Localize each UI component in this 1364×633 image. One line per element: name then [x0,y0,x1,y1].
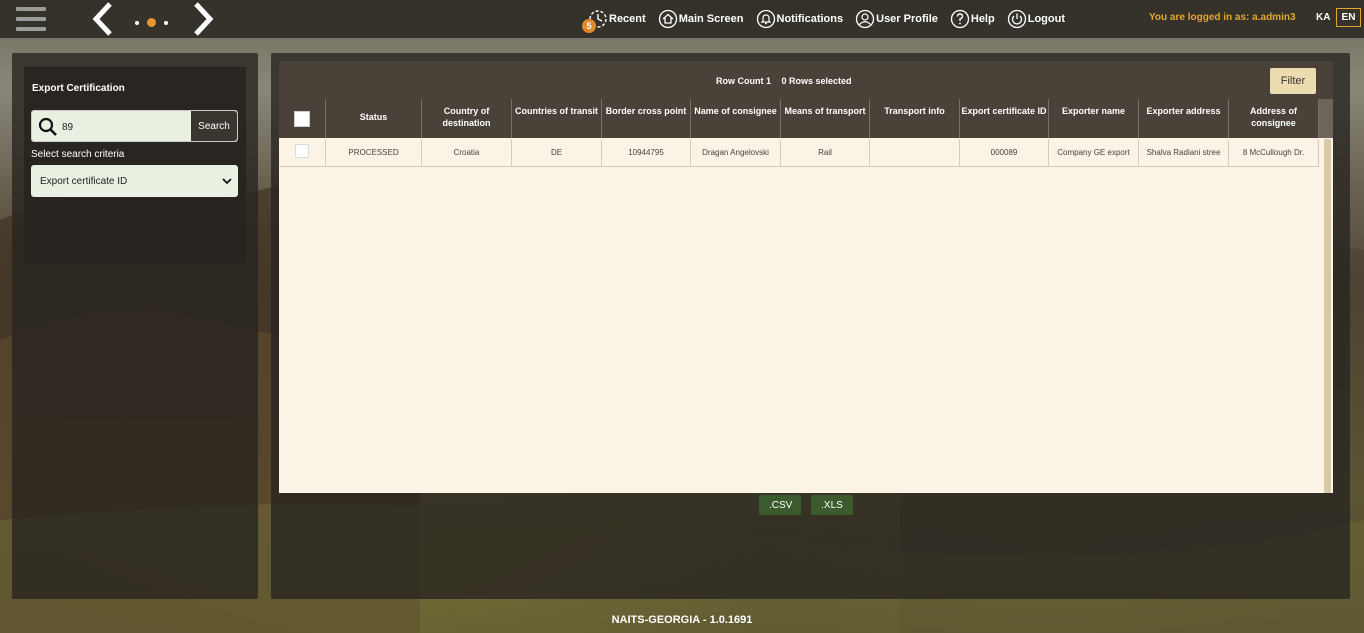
app-version-footer: NAITS-GEORGIA - 1.0.1691 [611,614,753,626]
table-cell: 8 McCullough Dr. [1229,139,1319,166]
scrollbar-header [1319,99,1333,138]
grid-toolbar: Row Count 1 0 Rows selected Filter [279,61,1333,99]
column-header[interactable]: Means of transport [781,99,870,138]
search-criteria-select[interactable]: Export certificate ID [31,165,238,197]
table-cell: Company GE export [1049,139,1139,166]
search-icon [38,117,57,136]
home-icon [658,9,677,29]
power-icon [1007,9,1026,29]
select-all-checkbox[interactable] [294,110,310,127]
bell-icon [756,9,775,29]
hamburger-menu-icon[interactable] [16,7,46,33]
menu-main-screen[interactable]: Main Screen [658,9,744,29]
column-header[interactable]: Transport info [870,99,960,138]
history-dots-icon [135,18,168,27]
filter-button[interactable]: Filter [1270,68,1316,94]
export-buttons: .CSV .XLS [759,495,853,515]
top-menu: 5 Recent Main Screen Notifications User … [582,0,1077,38]
chevron-down-icon [222,178,232,185]
export-csv-button[interactable]: .CSV [759,495,801,515]
menu-help[interactable]: Help [950,9,995,29]
menu-notifications[interactable]: Notifications [756,9,844,29]
table-cell: PROCESSED [326,139,422,166]
row-checkbox[interactable] [295,144,309,158]
row-count: Row Count 1 [716,76,771,86]
column-header[interactable]: Exporter address [1139,99,1229,138]
column-header[interactable]: Countries of transit [512,99,602,138]
language-en[interactable]: EN [1336,8,1361,27]
forward-arrow-icon[interactable] [190,2,216,36]
criteria-label: Select search criteria [31,149,125,160]
table-cell [870,139,960,166]
menu-notifications-label: Notifications [776,13,844,25]
table-cell: 10944795 [602,139,691,166]
table-cell: 000089 [960,139,1049,166]
table-row[interactable]: PROCESSED Croatia DE 10944795 Dragan Ang… [279,139,1319,167]
column-header[interactable]: Border cross point [602,99,691,138]
menu-help-label: Help [970,13,995,25]
table-cell: Rail [781,139,870,166]
table-cell: Croatia [422,139,512,166]
user-icon [855,9,875,29]
help-icon [950,9,970,29]
search-input[interactable] [62,118,190,136]
search-button[interactable]: Search [191,111,237,141]
menu-user-profile[interactable]: User Profile [855,9,938,29]
table-cell: DE [512,139,602,166]
top-bar: 5 Recent Main Screen Notifications User … [0,0,1364,38]
row-select-cell [279,139,326,166]
logged-in-user: You are logged in as: a.admin3 [1149,12,1296,23]
results-panel: Row Count 1 0 Rows selected Filter Statu… [271,53,1350,599]
column-header[interactable]: Name of consignee [691,99,781,138]
column-header[interactable]: Exporter name [1049,99,1139,138]
grid-header: Status Country of destination Countries … [279,99,1333,138]
scrollbar-thumb[interactable] [1324,139,1331,493]
select-all-cell [279,99,326,138]
recent-count-badge: 5 [582,19,596,33]
table-cell: Dragan Angelovski [691,139,781,166]
language-ka[interactable]: KA [1316,12,1330,23]
menu-logout[interactable]: Logout [1007,9,1065,29]
criteria-selected-value: Export certificate ID [40,176,128,187]
row-info: Row Count 1 0 Rows selected [716,76,852,86]
menu-user-profile-label: User Profile [876,13,938,25]
search-panel: Export Certification Search Select searc… [12,53,258,599]
vertical-scrollbar[interactable] [1324,139,1331,493]
panel-title: Export Certification [32,83,125,94]
results-grid: Row Count 1 0 Rows selected Filter Statu… [279,61,1333,493]
rows-selected: 0 Rows selected [781,76,852,86]
menu-recent-label: Recent [609,13,646,25]
export-xls-button[interactable]: .XLS [811,495,853,515]
column-header[interactable]: Export certificate ID [960,99,1049,138]
column-header[interactable]: Country of destination [422,99,512,138]
menu-recent[interactable]: 5 Recent [582,9,646,33]
back-arrow-icon[interactable] [90,2,116,36]
table-cell: Shalva Radiani stree [1139,139,1229,166]
menu-main-screen-label: Main Screen [678,13,744,25]
column-header[interactable]: Address of consignee [1229,99,1319,138]
search-box: Search [31,110,238,142]
column-header[interactable]: Status [326,99,422,138]
menu-logout-label: Logout [1027,13,1065,25]
